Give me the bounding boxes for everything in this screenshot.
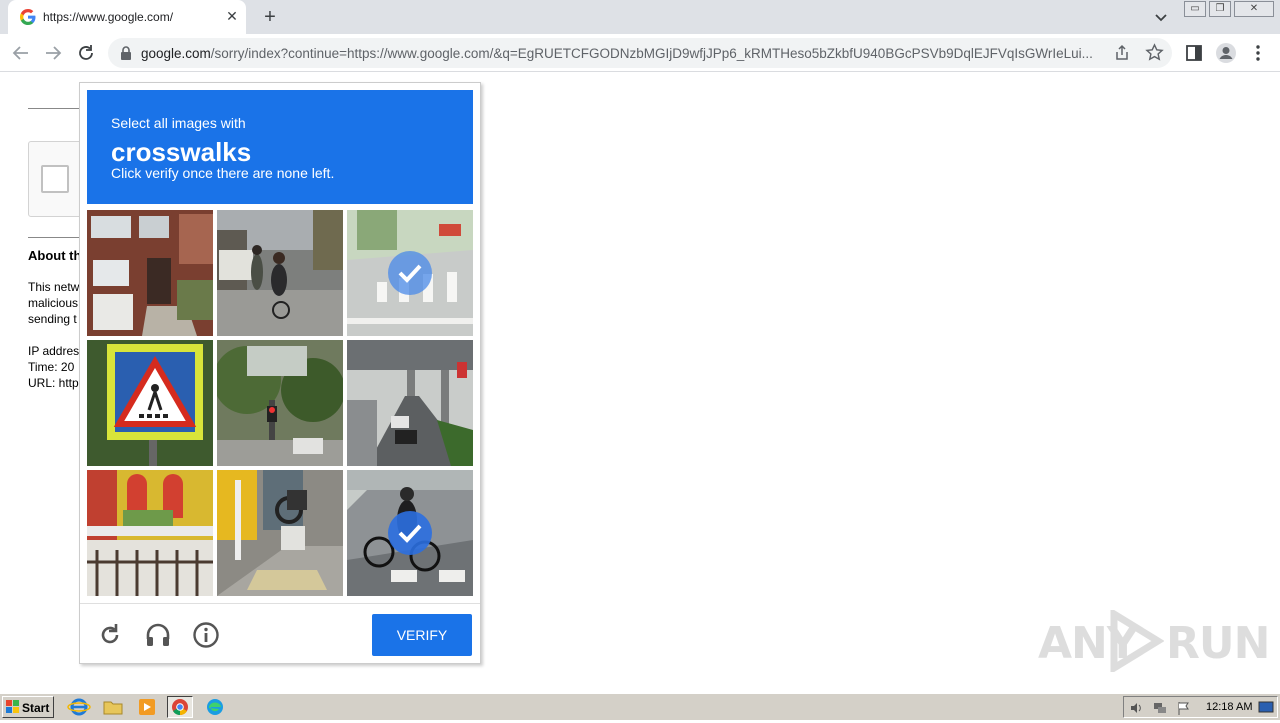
reload-icon[interactable]: [96, 621, 124, 649]
taskbar-explorer-icon[interactable]: [100, 696, 126, 718]
network-icon[interactable]: [1152, 700, 1168, 716]
start-label: Start: [22, 701, 50, 715]
about-heading: About th: [28, 248, 82, 263]
browser-tab[interactable]: https://www.google.com/ ✕: [8, 0, 246, 34]
checkmark-selected-icon: [388, 251, 432, 295]
recaptcha-checkbox[interactable]: [41, 165, 69, 193]
browser-toolbar: google.com/sorry/index?continue=https://…: [0, 34, 1280, 72]
profile-avatar-icon[interactable]: [1215, 42, 1237, 64]
challenge-header: Select all images with crosswalks Click …: [87, 90, 473, 204]
show-desktop-icon[interactable]: [1258, 699, 1274, 715]
image-tile[interactable]: [347, 340, 473, 466]
restore-button[interactable]: ❐: [1209, 1, 1231, 17]
page-text-line: Time: 20: [28, 360, 75, 374]
minimize-button[interactable]: ▭: [1184, 1, 1206, 17]
anyrun-watermark: ANY RUN: [1038, 606, 1270, 676]
page-text-line: This netw: [28, 280, 80, 294]
system-tray: 12:18 AM: [1123, 696, 1278, 718]
forward-arrow-icon[interactable]: [42, 42, 64, 64]
action-center-flag-icon[interactable]: [1176, 700, 1192, 716]
page-text-line: malicious: [28, 296, 79, 310]
taskbar-media-player-icon[interactable]: [134, 696, 160, 718]
instruction-target: crosswalks: [111, 137, 252, 167]
taskbar-ie-icon[interactable]: [66, 696, 92, 718]
taskbar-edge-icon[interactable]: [202, 696, 228, 718]
verify-button[interactable]: VERIFY: [372, 614, 472, 656]
image-tile[interactable]: [87, 340, 213, 466]
image-tile[interactable]: [217, 470, 343, 596]
instruction-hint: Click verify once there are none left.: [111, 165, 335, 181]
side-panel-icon[interactable]: [1183, 42, 1205, 64]
play-logo-icon: [1110, 610, 1164, 672]
address-bar[interactable]: google.com/sorry/index?continue=https://…: [108, 38, 1172, 68]
tab-search-chevron-icon[interactable]: [1152, 8, 1170, 26]
image-tile[interactable]: [217, 340, 343, 466]
instruction-small: Select all images with: [111, 115, 246, 131]
recaptcha-challenge: Select all images with crosswalks Click …: [79, 82, 481, 664]
windows-flag-icon: [6, 700, 19, 713]
clock: 12:18 AM: [1206, 701, 1253, 713]
challenge-footer: VERIFY: [80, 603, 480, 663]
headphones-icon[interactable]: [144, 621, 172, 649]
start-button[interactable]: Start: [2, 696, 54, 718]
bookmark-star-icon[interactable]: [1145, 43, 1164, 62]
back-arrow-icon[interactable]: [10, 42, 32, 64]
tab-close-icon[interactable]: ✕: [224, 8, 240, 24]
menu-kebab-icon[interactable]: [1247, 42, 1269, 64]
page-text-line: URL: http: [28, 376, 79, 390]
lock-icon[interactable]: [120, 46, 132, 60]
tab-title: https://www.google.com/: [43, 10, 174, 24]
share-icon[interactable]: [1113, 44, 1131, 62]
url-text: google.com/sorry/index?continue=https://…: [141, 46, 1093, 61]
close-window-button[interactable]: ✕: [1234, 1, 1274, 17]
taskbar-chrome-icon[interactable]: [167, 696, 193, 718]
page-text-line: IP addres: [28, 344, 80, 358]
taskbar: Start 12:18 AM: [0, 693, 1280, 720]
image-tile[interactable]: [217, 210, 343, 336]
volume-icon[interactable]: [1128, 700, 1144, 716]
tab-strip: https://www.google.com/ ✕ + ▭ ❐ ✕: [0, 0, 1280, 34]
reload-page-icon[interactable]: [75, 42, 97, 64]
image-tile[interactable]: [87, 210, 213, 336]
info-icon[interactable]: [192, 621, 220, 649]
image-tile[interactable]: [347, 470, 473, 596]
page-text-line: sending t: [28, 312, 77, 326]
checkmark-selected-icon: [388, 511, 432, 555]
image-tile[interactable]: [347, 210, 473, 336]
image-tile[interactable]: [87, 470, 213, 596]
google-g-icon: [20, 9, 36, 25]
new-tab-button[interactable]: +: [259, 6, 281, 28]
image-grid: [87, 210, 474, 597]
